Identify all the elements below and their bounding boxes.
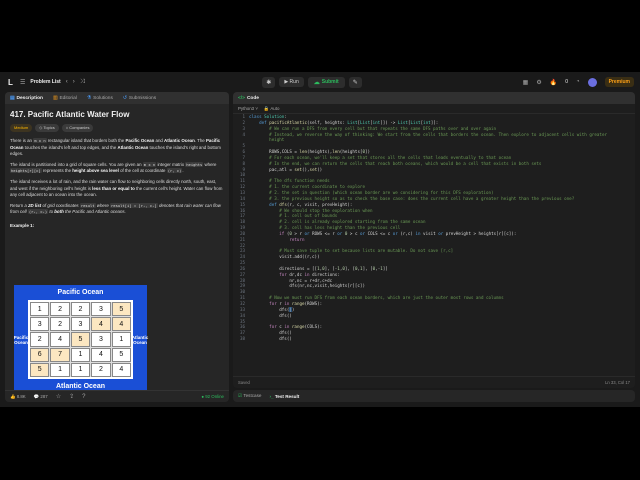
leetcode-logo-icon[interactable]: L — [6, 78, 15, 87]
grid-cell: 3 — [30, 317, 50, 332]
help-icon[interactable]: ? — [82, 394, 85, 400]
topics-badge[interactable]: ◇ Topics — [35, 124, 59, 133]
problem-list-link[interactable]: Problem List — [30, 79, 60, 85]
description-paragraph-1: There is an m x n rectangular island tha… — [10, 138, 221, 156]
auto-toggle[interactable]: 🔒 Auto — [264, 106, 280, 112]
upload-icon: ☁ — [313, 79, 320, 86]
submit-button[interactable]: ☁ Submit — [307, 76, 345, 88]
terminal-icon: ›_ — [269, 393, 274, 399]
description-tabs: ▤ Description ▥ Editorial ⚗ Solutions ↺ Subm… — [5, 92, 229, 104]
shuffle-icon[interactable]: ⤨ — [80, 79, 85, 86]
grid-cell: 7 — [50, 347, 70, 362]
premium-button[interactable]: Premium — [604, 77, 634, 87]
grid-cell: 4 — [50, 332, 70, 347]
problem-title[interactable]: 417. Pacific Atlantic Water Flow — [10, 110, 224, 118]
streak-icon[interactable]: 🔥 — [550, 79, 557, 86]
streak-count: 0 — [565, 79, 568, 85]
code-footer: Saved Ln 33, Col 17 — [233, 376, 635, 388]
notes-icon[interactable]: ✎ — [348, 76, 362, 88]
next-problem-icon[interactable]: › — [73, 79, 75, 85]
code-tab-bar: </> Code — [233, 92, 635, 104]
editorial-icon: ▥ — [52, 95, 58, 101]
code-panel: </> Code Python3 ˅ 🔒 Auto 1 class Solutio… — [233, 92, 635, 388]
grid-cell: 2 — [50, 302, 70, 317]
grid-cell: 1 — [30, 302, 50, 317]
language-select[interactable]: Python3 ˅ — [238, 106, 258, 111]
grid-cell: 2 — [30, 332, 50, 347]
notification-icon[interactable]: ◔ — [576, 79, 580, 85]
tab-solutions[interactable]: ⚗ Solutions — [87, 96, 113, 101]
layout-icon[interactable]: ▦ — [523, 79, 529, 86]
run-button[interactable]: ▶ Run — [279, 77, 304, 87]
grid-cell: 5 — [111, 347, 131, 362]
difficulty-badge: Medium — [10, 124, 33, 133]
flask-icon: ⚗ — [86, 95, 92, 101]
description-paragraph-3: The island receives a lot of rain, and t… — [10, 179, 223, 197]
grid-cell: 4 — [91, 317, 111, 332]
grid-cell: 2 — [70, 302, 91, 317]
history-icon: ↺ — [122, 95, 127, 101]
example-title: Example 1: — [10, 223, 35, 229]
grid-cell: 5 — [111, 302, 131, 317]
grid-cell: 5 — [70, 332, 91, 347]
tab-submissions[interactable]: ↺ Submissions — [123, 96, 156, 101]
problem-list-icon: ☰ — [20, 79, 26, 86]
tab-description[interactable]: ▤ Description — [10, 96, 43, 101]
checkbox-icon: ☑ — [238, 393, 243, 398]
grid-cell: 5 — [30, 362, 50, 377]
grid-cell: 2 — [91, 362, 111, 377]
grid-cell: 3 — [70, 317, 91, 332]
app-window: L ☰ Problem List ‹ › ⤨ ✱ ▶ Run ☁ Submit ✎… — [0, 72, 640, 407]
grid-cell: 4 — [111, 317, 131, 332]
pacific-ocean-left: Pacific Ocean — [14, 300, 28, 379]
description-footer: 👍 8.8K 💬 287 ☆ ⇪ ? ● 92 Online — [5, 390, 229, 402]
grid-cell: 3 — [91, 332, 111, 347]
like-button[interactable]: 👍 8.8K — [10, 394, 26, 400]
comments-button[interactable]: 💬 287 — [34, 394, 48, 400]
description-icon: ▤ — [10, 95, 15, 101]
online-count: ● 92 Online — [201, 394, 224, 399]
language-bar: Python3 ˅ 🔒 Auto — [233, 104, 635, 114]
star-icon[interactable]: ☆ — [56, 393, 61, 400]
grid-cell: 4 — [111, 362, 131, 377]
save-status: Saved — [238, 380, 250, 385]
grid-cell: 2 — [50, 317, 70, 332]
share-icon[interactable]: ⇪ — [69, 393, 74, 400]
debug-icon[interactable]: ✱ — [262, 76, 276, 88]
grid-cell: 1 — [111, 332, 131, 347]
grid-cell: 1 — [50, 362, 70, 377]
grid-cell: 1 — [70, 347, 91, 362]
description-paragraph-4: Return a 2D list of grid coordinates res… — [10, 203, 221, 215]
grid-cell: 6 — [30, 347, 50, 362]
tab-editorial[interactable]: ▥ Editorial — [53, 96, 77, 101]
problem-description: 417. Pacific Atlantic Water Flow Medium … — [5, 104, 229, 236]
tab-code[interactable]: Code — [247, 96, 259, 101]
cursor-position: Ln 33, Col 17 — [605, 380, 630, 385]
example-grid-image: Pacific Ocean Pacific Ocean Atlantic Ocean… — [14, 285, 148, 394]
settings-icon[interactable]: ⚙ — [536, 79, 541, 86]
tab-test-result[interactable]: ›_ Test Result — [269, 394, 299, 399]
grid-cell: 4 — [91, 347, 111, 362]
description-paragraph-2: The island is partitioned into a grid of… — [10, 162, 217, 174]
code-icon: </> — [238, 95, 245, 101]
code-editor[interactable]: 1 class Solution: 2 def pacificAtlantic(s… — [233, 114, 635, 376]
test-panel-bar: ☑ Testcase ›_ Test Result — [233, 390, 635, 402]
grid-cell: 1 — [70, 362, 91, 377]
atlantic-ocean-right: Atlantic Ocean — [132, 300, 148, 379]
companies-badge[interactable]: ⌂ Companies — [61, 124, 94, 133]
grid-cell: 3 — [91, 302, 111, 317]
prev-problem-icon[interactable]: ‹ — [66, 79, 68, 85]
height-grid: 1223532344245316714551124 — [30, 302, 131, 377]
avatar[interactable] — [587, 77, 597, 87]
description-panel: ▤ Description ▥ Editorial ⚗ Solutions ↺ Subm… — [5, 92, 229, 402]
top-bar: L ☰ Problem List ‹ › ⤨ ✱ ▶ Run ☁ Submit ✎… — [0, 72, 640, 92]
pacific-ocean-top: Pacific Ocean — [14, 285, 147, 300]
tab-testcase[interactable]: ☑ Testcase — [238, 393, 261, 399]
